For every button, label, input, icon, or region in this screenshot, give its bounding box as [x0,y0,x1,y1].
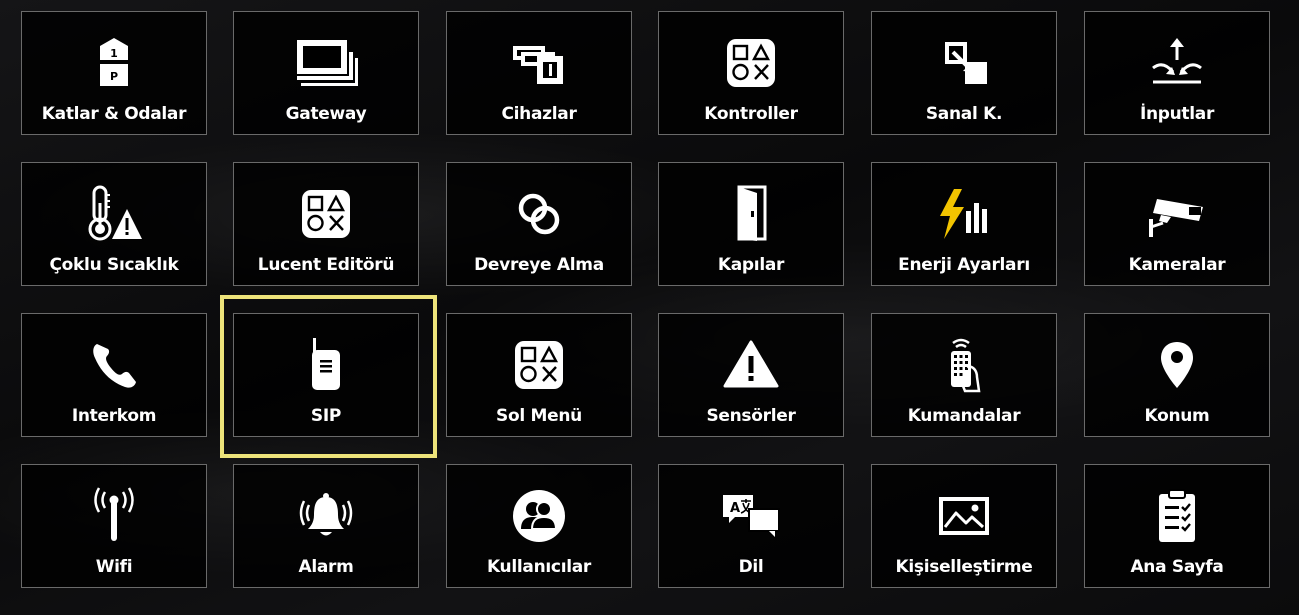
remote-control-icon [872,338,1056,393]
image-icon [872,491,1056,541]
gateway-icon [234,38,418,88]
tile-label: Kullanıcılar [486,557,592,577]
tile-label: Kameralar [1128,255,1226,275]
tile-kameralar[interactable]: Kameralar [1084,162,1270,286]
location-pin-icon [1085,340,1269,390]
inputs-icon [1085,38,1269,88]
tile-coklu-sicaklik[interactable]: Çoklu Sıcaklık [21,162,207,286]
wifi-antenna-icon [22,487,206,541]
door-icon [659,185,843,241]
tile-lucent-editoru[interactable]: Lucent Editörü [233,162,419,286]
tile-label: Devreye Alma [474,255,604,275]
tile-kullanicilar[interactable]: Kullanıcılar [446,464,632,588]
tile-label: Kapılar [717,255,785,275]
tile-kontroller[interactable]: Kontroller [658,11,844,135]
tile-sensorler[interactable]: Sensörler [658,313,844,437]
tile-wifi[interactable]: Wifi [21,464,207,588]
virtual-key-icon [872,38,1056,88]
tile-label: Dil [738,557,764,577]
tile-alarm[interactable]: Alarm [233,464,419,588]
tile-label: Katlar & Odalar [41,104,187,124]
tile-cihazlar[interactable]: Cihazlar [446,11,632,135]
tile-konum[interactable]: Konum [1084,313,1270,437]
tile-interkom[interactable]: Interkom [21,313,207,437]
tile-label: Kumandalar [907,406,1021,426]
linked-rings-icon [447,189,631,239]
tile-inputlar[interactable]: İnputlar [1084,11,1270,135]
shapes-editor-icon [234,189,418,239]
svg-text:P: P [110,70,118,83]
tile-label: Sanal K. [925,104,1003,124]
svg-text:A: A [730,501,740,516]
tile-kumandalar[interactable]: Kumandalar [871,313,1057,437]
tile-label: Wifi [95,557,133,577]
clipboard-checklist-icon [1085,489,1269,542]
tile-label: İnputlar [1139,104,1215,124]
language-icon: A [659,491,843,541]
tile-katlar-odalar[interactable]: 1 P Katlar & Odalar [21,11,207,135]
tile-dil[interactable]: A Dil [658,464,844,588]
tile-label: Interkom [71,406,157,426]
security-camera-icon [1085,189,1269,239]
tile-label: Ana Sayfa [1130,557,1224,577]
warning-triangle-icon [659,340,843,390]
phone-icon [22,340,206,390]
tile-label: Sensörler [706,406,796,426]
tile-label: Cihazlar [501,104,577,124]
thermometer-warning-icon [22,185,206,241]
tile-label: Kişiselleştirme [895,557,1033,577]
tile-kapilar[interactable]: Kapılar [658,162,844,286]
tile-label: Lucent Editörü [257,255,395,275]
tile-label: Alarm [298,557,354,577]
svg-text:1: 1 [110,47,118,60]
energy-bolt-icon [872,189,1056,239]
tile-label: Enerji Ayarları [898,255,1030,275]
tile-label: Gateway [285,104,367,124]
tile-sanal-k[interactable]: Sanal K. [871,11,1057,135]
alarm-bell-icon [234,491,418,541]
floors-rooms-icon: 1 P [22,38,206,88]
tile-kisisellestirme[interactable]: Kişiselleştirme [871,464,1057,588]
tile-label: Konum [1144,406,1210,426]
walkie-talkie-icon [234,338,418,390]
shapes-menu-icon [447,340,631,390]
tile-sip[interactable]: SIP [233,313,419,437]
tile-sol-menu[interactable]: Sol Menü [446,313,632,437]
tile-label: Kontroller [704,104,798,124]
tile-label: Sol Menü [496,406,582,426]
tile-label: Çoklu Sıcaklık [49,255,179,275]
tile-devreye-alma[interactable]: Devreye Alma [446,162,632,286]
tile-enerji-ayarlari[interactable]: Enerji Ayarları [871,162,1057,286]
tile-ana-sayfa[interactable]: Ana Sayfa [1084,464,1270,588]
shapes-control-icon [659,38,843,88]
users-icon [447,490,631,542]
devices-icon [447,38,631,88]
tile-label: SIP [310,406,342,426]
tile-gateway[interactable]: Gateway [233,11,419,135]
